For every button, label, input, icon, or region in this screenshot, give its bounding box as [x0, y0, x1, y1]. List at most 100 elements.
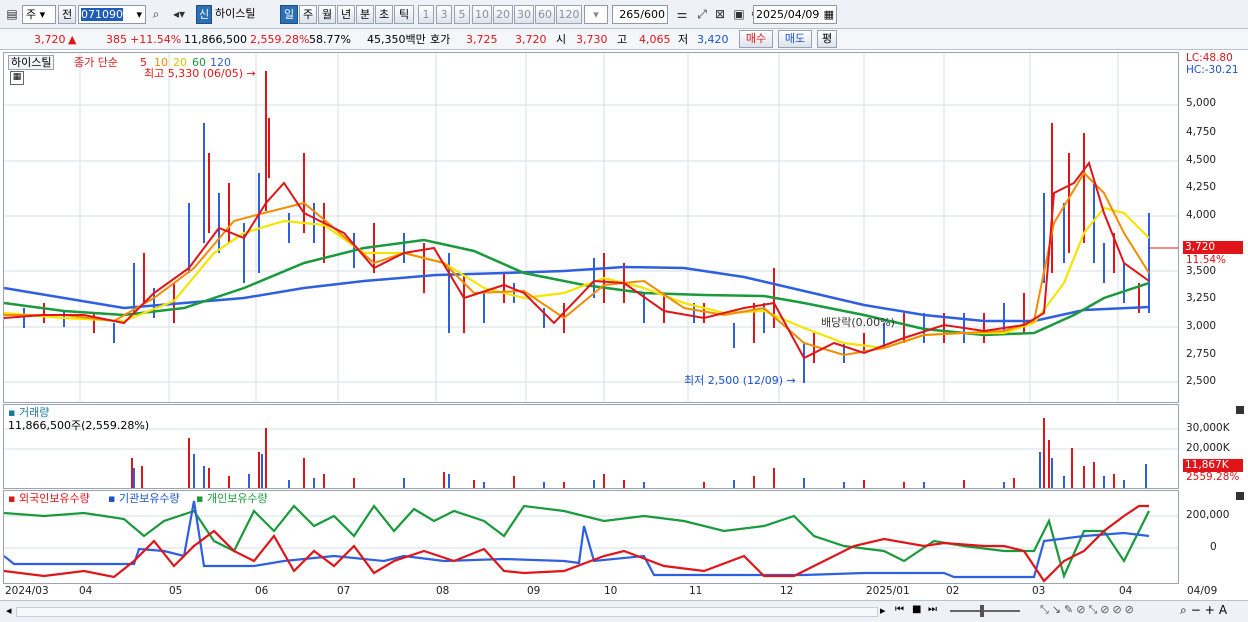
high-annotation: 최고 5,330 (06/05) →	[144, 67, 256, 80]
chevron-down-icon: ▾	[136, 8, 142, 21]
interval-5[interactable]: 5	[454, 5, 470, 24]
period-year[interactable]: 년	[337, 5, 355, 24]
institution-legend-text: 기관보유수량	[118, 492, 180, 505]
date-value: 2025/04/09	[756, 8, 820, 21]
date-02: 02	[946, 585, 960, 597]
volume-tick-20000k: 20,000K	[1186, 442, 1230, 454]
low-label: 저	[678, 33, 689, 46]
price-change: 385	[106, 33, 127, 46]
holdings-chart-svg	[4, 500, 1178, 583]
interval-3[interactable]: 3	[436, 5, 452, 24]
search-icon[interactable]: ⌕	[148, 5, 164, 24]
date-2024-03: 2024/03	[5, 585, 49, 597]
date-input[interactable]: 2025/04/09 ▦	[753, 5, 837, 24]
volume-panel[interactable]: ▪ 거래량 11,866,500주(2,559.28%)	[3, 404, 1179, 489]
count-input[interactable]: 265/600	[612, 5, 668, 24]
last-price-box: 3,720	[1183, 241, 1243, 254]
date-09: 09	[527, 585, 541, 597]
stock-code-input[interactable]: 071090 ▾	[78, 5, 146, 24]
buy-button[interactable]: 매수	[739, 30, 773, 48]
interval-20[interactable]: 20	[493, 5, 513, 24]
volume-title: ▪ 거래량	[8, 406, 50, 419]
volume-chart-svg	[4, 418, 1178, 488]
date-04b: 04	[1119, 585, 1133, 597]
scroll-right-icon[interactable]: ▸	[880, 604, 886, 617]
volume-tick-30000k: 30,000K	[1186, 422, 1230, 434]
speaker-icon[interactable]: ◂▾	[166, 5, 192, 24]
toolbar: ▤ 주 ▾ 전 071090 ▾ ⌕ ◂▾ 신 하이스틸 일 주 월 년 분 초 …	[0, 0, 1248, 29]
new-badge: 신	[196, 5, 212, 24]
low-price: 3,420	[697, 33, 729, 46]
avg-button[interactable]: 평	[817, 30, 837, 48]
holdings-panel[interactable]: ▪ 외국인보유수량 ▪ 기관보유수량 ▪ 개인보유수량	[3, 490, 1179, 584]
interval-60[interactable]: 60	[535, 5, 555, 24]
volume-value: 11,866,500	[184, 33, 247, 46]
price-chart-svg[interactable]	[4, 53, 1178, 402]
zoom-slider-thumb[interactable]	[980, 605, 984, 617]
horizontal-scrollbar[interactable]	[16, 607, 878, 617]
stock-code-value: 071090	[81, 8, 123, 21]
interval-select[interactable]: ▾	[584, 5, 608, 24]
draw-tools-icons[interactable]: ⤡↘✎⊘⤡⊘⊘⊘	[1040, 603, 1137, 617]
period-tick[interactable]: 틱	[394, 5, 414, 24]
high-price: 4,065	[639, 33, 671, 46]
interval-30[interactable]: 30	[514, 5, 534, 24]
turnover-rate: 58.77%	[309, 33, 351, 46]
zoom-icons[interactable]: ⌕−+A	[1180, 603, 1231, 618]
date-07: 07	[337, 585, 351, 597]
current-price: 3,720	[34, 33, 66, 46]
panel-stock-name[interactable]: 하이스틸	[8, 55, 55, 70]
holdings-tick-200000: 200,000	[1186, 509, 1230, 521]
period-minute[interactable]: 분	[356, 5, 374, 24]
table-icon[interactable]: ▦	[10, 71, 24, 85]
date-05: 05	[169, 585, 183, 597]
period-week[interactable]: 주	[299, 5, 317, 24]
volume-percent: 2,559.28%	[250, 33, 310, 46]
line-tool-icon[interactable]: ⤢	[694, 5, 710, 24]
up-arrow-icon: ▲	[68, 33, 77, 46]
period-month[interactable]: 월	[318, 5, 336, 24]
rewind-icon[interactable]: ⏮	[895, 604, 904, 615]
interval-10[interactable]: 10	[472, 5, 492, 24]
market-select[interactable]: 주 ▾	[22, 5, 56, 24]
tick-2500: 2,500	[1186, 375, 1217, 387]
stop-icon[interactable]: ■	[912, 604, 921, 615]
hoga-label: 호가	[430, 33, 451, 46]
prev-button[interactable]: 전	[58, 5, 76, 24]
individual-legend-text: 개인보유수량	[206, 492, 268, 505]
volume-title-text: 거래량	[18, 406, 50, 419]
sell-button[interactable]: 매도	[778, 30, 812, 48]
window-menu-icon[interactable]: ▤	[4, 5, 20, 24]
price-gridlines	[4, 53, 1178, 402]
market-select-value: 주	[26, 8, 37, 21]
holdings-collapse-icon[interactable]	[1236, 492, 1244, 500]
change-percent: +11.54%	[130, 33, 182, 46]
volume-last-pct: 2559.28%	[1186, 471, 1240, 483]
interval-120[interactable]: 120	[556, 5, 582, 24]
period-second[interactable]: 초	[375, 5, 393, 24]
period-day[interactable]: 일	[280, 5, 298, 24]
price-chart-panel[interactable]: 하이스틸 종가 단순 5 10 20 60 120 ▦ 최고 5,330 (06…	[3, 52, 1179, 403]
ma-10-line	[4, 171, 1150, 357]
date-04: 04	[79, 585, 93, 597]
count-total: /600	[640, 8, 665, 21]
save-icon[interactable]: ▣	[731, 5, 747, 24]
scroll-left-icon[interactable]: ◂	[6, 604, 12, 617]
open-label: 시	[556, 33, 567, 46]
interval-1[interactable]: 1	[418, 5, 434, 24]
calendar-icon: ▦	[823, 8, 834, 21]
indicator-icon[interactable]: ⊠	[712, 5, 728, 24]
zoom-slider[interactable]	[950, 610, 1020, 612]
candle-icon[interactable]: ⚌	[674, 5, 690, 24]
date-03: 03	[1032, 585, 1046, 597]
volume-collapse-icon[interactable]	[1236, 406, 1244, 414]
date-04-09: 04/09	[1187, 585, 1218, 597]
tick-5000: 5,000	[1186, 97, 1217, 109]
ma-120-line	[4, 265, 1150, 323]
forward-icon[interactable]: ⏭	[928, 604, 937, 615]
bid-price: 3,720	[515, 33, 547, 46]
date-2025-01: 2025/01	[866, 585, 910, 597]
price-axis: LC:48.80 HC:-30.21 5,000 4,750 4,500 4,2…	[1180, 52, 1246, 403]
foreign-legend-text: 외국인보유수량	[18, 492, 90, 505]
trade-amount: 45,350백만	[367, 33, 426, 46]
